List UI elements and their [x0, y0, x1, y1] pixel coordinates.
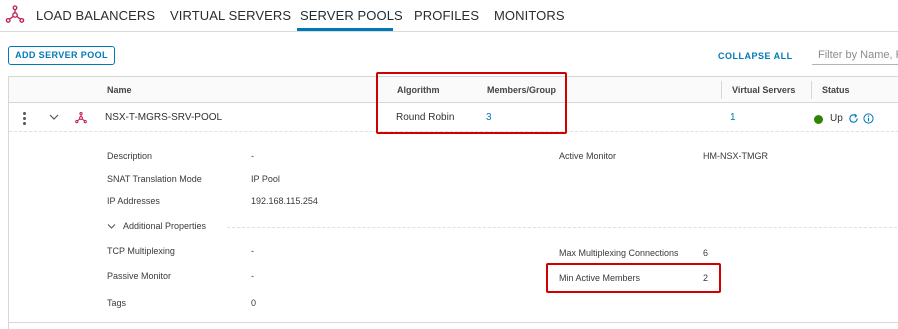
- virtual-servers-link[interactable]: 1: [730, 112, 736, 123]
- collapse-all-link[interactable]: COLLAPSE ALL: [718, 51, 793, 61]
- filter-field[interactable]: [812, 45, 898, 65]
- divider: [227, 227, 898, 228]
- active-monitor-value: HM-NSX-TMGR: [703, 151, 768, 161]
- column-header-status[interactable]: Status: [822, 85, 850, 95]
- ip-addresses-label: IP Addresses: [107, 196, 160, 206]
- tags-value: 0: [251, 298, 257, 308]
- status-badge: Up: [830, 113, 843, 124]
- snat-value: IP Pool: [251, 174, 280, 184]
- ip-addresses-value: 192.168.115.254: [251, 196, 318, 206]
- chevron-down-icon[interactable]: [107, 223, 116, 230]
- load-balancer-icon: [5, 5, 25, 23]
- tcp-multiplexing-label: TCP Multiplexing: [107, 246, 175, 256]
- active-monitor-label: Active Monitor: [559, 151, 617, 161]
- pool-name: NSX-T-MGRS-SRV-POOL: [105, 112, 223, 123]
- tab-load-balancers[interactable]: LOAD BALANCERS: [36, 8, 155, 23]
- highlight-box-min-active-members: [546, 263, 721, 293]
- column-divider[interactable]: [811, 81, 812, 99]
- max-multiplexing-label: Max Multiplexing Connections: [559, 248, 679, 258]
- status-up-indicator: [814, 115, 823, 124]
- tab-monitors[interactable]: MONITORS: [494, 8, 565, 23]
- description-label: Description: [107, 151, 153, 161]
- filter-input[interactable]: [812, 45, 898, 64]
- tab-server-pools[interactable]: SERVER POOLS: [300, 8, 403, 23]
- chevron-down-icon[interactable]: [49, 113, 59, 121]
- tab-profiles[interactable]: PROFILES: [414, 8, 479, 23]
- kebab-icon[interactable]: [23, 112, 27, 125]
- column-header-virtual-servers[interactable]: Virtual Servers: [732, 85, 795, 95]
- description-value: -: [251, 151, 254, 161]
- column-header-name[interactable]: Name: [107, 85, 132, 95]
- passive-monitor-value: -: [251, 271, 254, 281]
- column-divider[interactable]: [721, 81, 722, 99]
- add-server-pool-button[interactable]: ADD SERVER POOL: [8, 46, 115, 65]
- additional-properties-toggle[interactable]: Additional Properties: [123, 221, 206, 231]
- tcp-multiplexing-value: -: [251, 246, 254, 256]
- divider: [9, 322, 898, 323]
- server-pool-icon: [75, 112, 87, 124]
- tags-label: Tags: [107, 298, 127, 308]
- tab-virtual-servers[interactable]: VIRTUAL SERVERS: [170, 8, 291, 23]
- passive-monitor-label: Passive Monitor: [107, 271, 172, 281]
- info-icon[interactable]: [863, 113, 874, 124]
- max-multiplexing-value: 6: [703, 248, 709, 258]
- snat-label: SNAT Translation Mode: [107, 174, 202, 184]
- top-nav: LOAD BALANCERS VIRTUAL SERVERS SERVER PO…: [0, 0, 898, 32]
- refresh-icon[interactable]: [848, 113, 859, 124]
- highlight-box-algorithm-members: [376, 72, 567, 134]
- active-tab-indicator: [297, 28, 393, 31]
